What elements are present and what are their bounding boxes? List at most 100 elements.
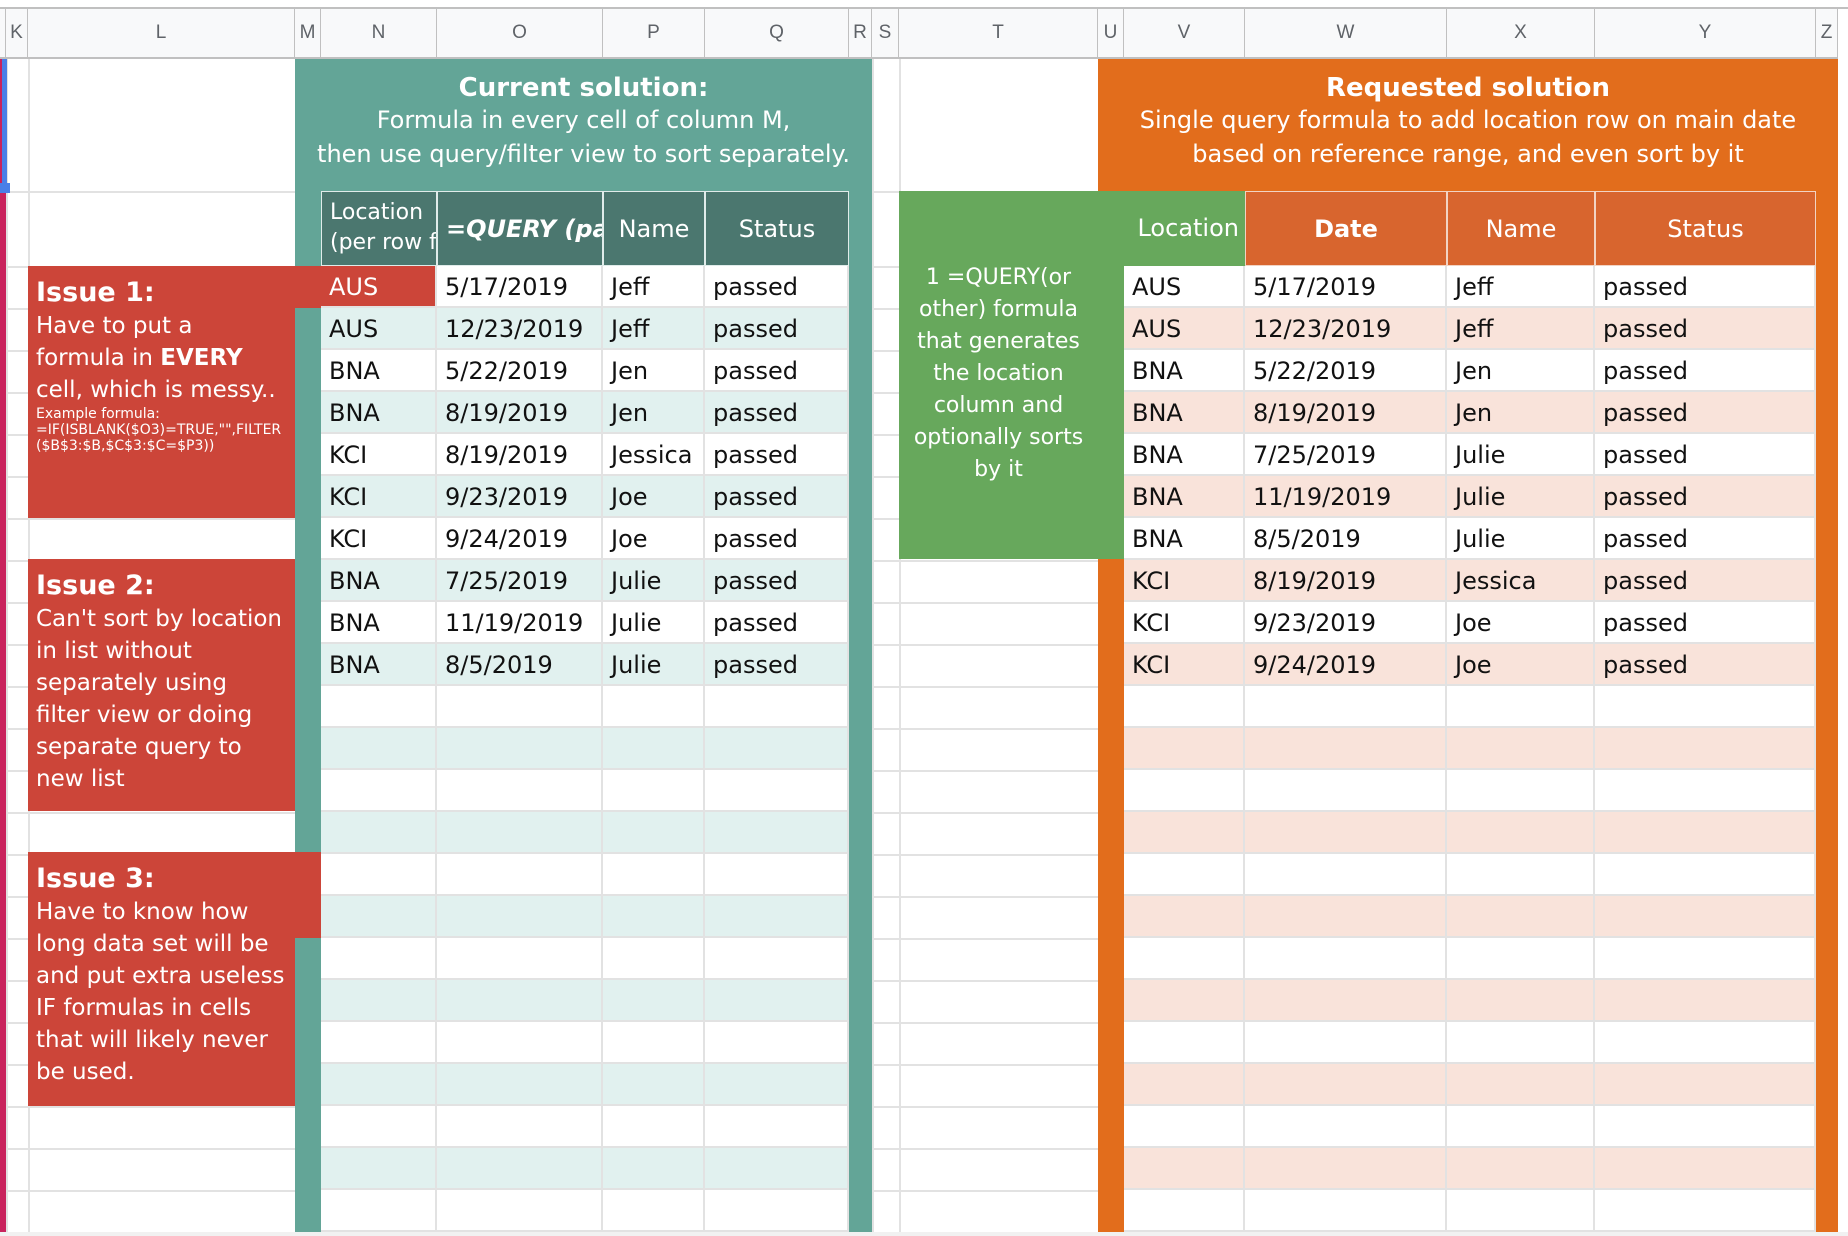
current-table-cell[interactable]: 5/22/2019 bbox=[437, 350, 603, 392]
empty-cell[interactable] bbox=[1124, 1022, 1245, 1064]
column-header-Y[interactable]: Y bbox=[1595, 9, 1816, 57]
empty-cell[interactable] bbox=[1124, 770, 1245, 812]
current-table-cell[interactable]: passed bbox=[705, 350, 849, 392]
empty-cell[interactable] bbox=[705, 854, 849, 896]
column-header-L[interactable]: L bbox=[28, 9, 295, 57]
empty-cell[interactable] bbox=[321, 1190, 437, 1232]
column-header-P[interactable]: P bbox=[603, 9, 705, 57]
requested-table-cell[interactable]: Joe bbox=[1447, 602, 1595, 644]
empty-cell[interactable] bbox=[321, 770, 437, 812]
empty-cell[interactable] bbox=[321, 728, 437, 770]
empty-cell[interactable] bbox=[437, 938, 603, 980]
empty-cell[interactable] bbox=[437, 980, 603, 1022]
empty-cell[interactable] bbox=[437, 770, 603, 812]
requested-table-cell[interactable]: 8/19/2019 bbox=[1245, 560, 1447, 602]
empty-cell[interactable] bbox=[603, 854, 705, 896]
requested-table-cell[interactable]: Julie bbox=[1447, 434, 1595, 476]
current-table-cell[interactable]: passed bbox=[705, 476, 849, 518]
requested-table-cell[interactable]: passed bbox=[1595, 392, 1816, 434]
empty-cell[interactable] bbox=[1447, 896, 1595, 938]
current-table-cell[interactable]: Jen bbox=[603, 350, 705, 392]
current-table-cell[interactable]: passed bbox=[705, 434, 849, 476]
empty-cell[interactable] bbox=[1124, 1064, 1245, 1106]
requested-table-cell[interactable]: KCI bbox=[1124, 644, 1245, 686]
requested-table-cell[interactable]: BNA bbox=[1124, 434, 1245, 476]
empty-cell[interactable] bbox=[1124, 980, 1245, 1022]
current-table-cell[interactable]: BNA bbox=[321, 602, 437, 644]
requested-table-cell[interactable]: 7/25/2019 bbox=[1245, 434, 1447, 476]
empty-cell[interactable] bbox=[1245, 728, 1447, 770]
empty-cell[interactable] bbox=[1245, 854, 1447, 896]
current-table-cell[interactable]: passed bbox=[705, 560, 849, 602]
empty-cell[interactable] bbox=[437, 1022, 603, 1064]
column-header-S[interactable]: S bbox=[872, 9, 899, 57]
column-header-M[interactable]: M bbox=[295, 9, 321, 57]
current-table-cell[interactable]: Jeff bbox=[603, 266, 705, 308]
empty-cell[interactable] bbox=[603, 1064, 705, 1106]
empty-cell[interactable] bbox=[1447, 728, 1595, 770]
column-header-X[interactable]: X bbox=[1447, 9, 1595, 57]
requested-table-cell[interactable]: AUS bbox=[1124, 266, 1245, 308]
current-table-cell[interactable]: 8/5/2019 bbox=[437, 644, 603, 686]
requested-table-cell[interactable]: passed bbox=[1595, 518, 1816, 560]
empty-cell[interactable] bbox=[321, 896, 437, 938]
empty-cell[interactable] bbox=[437, 1190, 603, 1232]
current-table-cell[interactable]: Joe bbox=[603, 518, 705, 560]
requested-table-cell[interactable]: passed bbox=[1595, 560, 1816, 602]
empty-cell[interactable] bbox=[321, 1022, 437, 1064]
empty-cell[interactable] bbox=[603, 1022, 705, 1064]
current-table-cell[interactable]: passed bbox=[705, 308, 849, 350]
empty-cell[interactable] bbox=[705, 1190, 849, 1232]
empty-cell[interactable] bbox=[321, 854, 437, 896]
requested-table-cell[interactable]: passed bbox=[1595, 644, 1816, 686]
empty-cell[interactable] bbox=[1447, 686, 1595, 728]
current-table-cell[interactable]: BNA bbox=[321, 392, 437, 434]
empty-cell[interactable] bbox=[705, 686, 849, 728]
current-table-cell[interactable]: passed bbox=[705, 602, 849, 644]
empty-cell[interactable] bbox=[705, 812, 849, 854]
empty-cell[interactable] bbox=[1447, 980, 1595, 1022]
requested-table-cell[interactable]: KCI bbox=[1124, 602, 1245, 644]
empty-cell[interactable] bbox=[1447, 770, 1595, 812]
requested-table-cell[interactable]: BNA bbox=[1124, 476, 1245, 518]
current-table-cell[interactable]: Julie bbox=[603, 644, 705, 686]
current-table-cell[interactable]: passed bbox=[705, 392, 849, 434]
empty-cell[interactable] bbox=[1245, 686, 1447, 728]
column-header-R[interactable]: R bbox=[849, 9, 872, 57]
empty-cell[interactable] bbox=[1245, 938, 1447, 980]
column-header-Z[interactable]: Z bbox=[1816, 9, 1838, 57]
empty-cell[interactable] bbox=[1124, 1190, 1245, 1232]
empty-cell[interactable] bbox=[705, 938, 849, 980]
requested-table-cell[interactable]: Julie bbox=[1447, 518, 1595, 560]
empty-cell[interactable] bbox=[705, 1064, 849, 1106]
empty-cell[interactable] bbox=[603, 1106, 705, 1148]
empty-cell[interactable] bbox=[603, 896, 705, 938]
current-table-cell[interactable]: Jen bbox=[603, 392, 705, 434]
current-table-cell[interactable]: BNA bbox=[321, 350, 437, 392]
current-table-cell[interactable]: AUS bbox=[321, 266, 437, 308]
empty-cell[interactable] bbox=[437, 1148, 603, 1190]
empty-cell[interactable] bbox=[1124, 854, 1245, 896]
empty-cell[interactable] bbox=[1245, 1190, 1447, 1232]
requested-table-cell[interactable]: 9/24/2019 bbox=[1245, 644, 1447, 686]
empty-cell[interactable] bbox=[603, 770, 705, 812]
empty-cell[interactable] bbox=[603, 1190, 705, 1232]
requested-header-date[interactable]: Date bbox=[1245, 191, 1447, 266]
requested-table-cell[interactable]: passed bbox=[1595, 308, 1816, 350]
requested-table-cell[interactable]: Jeff bbox=[1447, 308, 1595, 350]
empty-cell[interactable] bbox=[1245, 812, 1447, 854]
column-header-K[interactable]: K bbox=[6, 9, 28, 57]
empty-cell[interactable] bbox=[1245, 1064, 1447, 1106]
empty-cell[interactable] bbox=[705, 1022, 849, 1064]
current-header-status[interactable]: Status bbox=[705, 191, 849, 266]
requested-header-name[interactable]: Name bbox=[1447, 191, 1595, 266]
empty-cell[interactable] bbox=[437, 854, 603, 896]
empty-cell[interactable] bbox=[1124, 1106, 1245, 1148]
requested-table-cell[interactable]: BNA bbox=[1124, 392, 1245, 434]
empty-cell[interactable] bbox=[1124, 812, 1245, 854]
empty-cell[interactable] bbox=[1595, 728, 1816, 770]
requested-table-cell[interactable]: passed bbox=[1595, 434, 1816, 476]
requested-table-cell[interactable]: BNA bbox=[1124, 350, 1245, 392]
requested-table-cell[interactable]: Jen bbox=[1447, 392, 1595, 434]
current-table-cell[interactable]: 12/23/2019 bbox=[437, 308, 603, 350]
